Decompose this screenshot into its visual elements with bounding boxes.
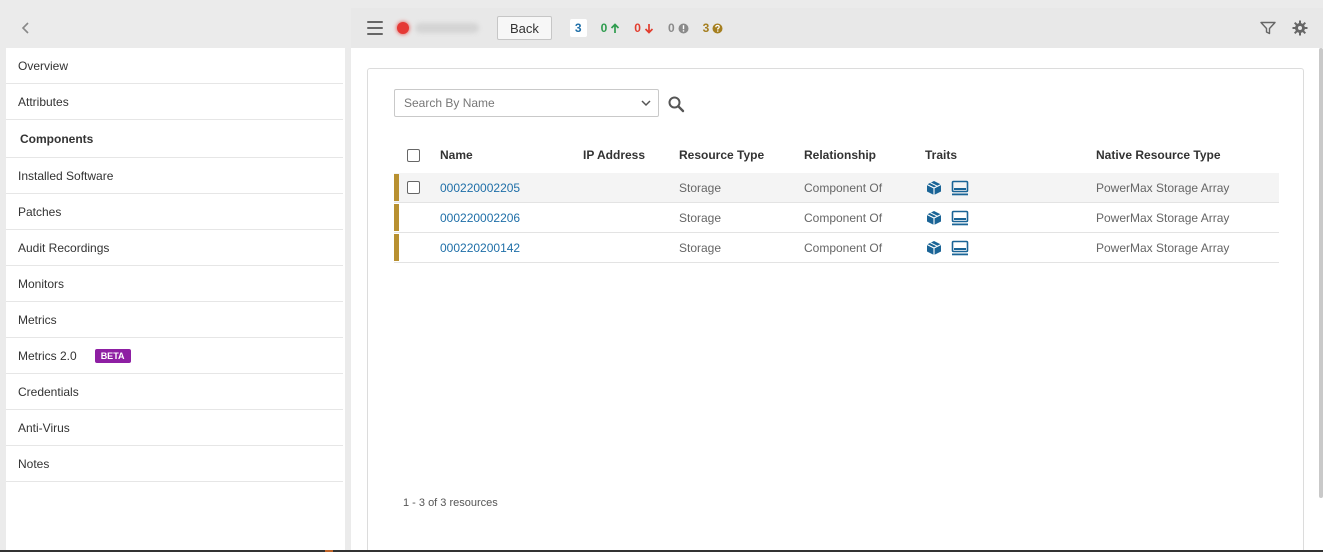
filter-icon[interactable] <box>1259 19 1277 37</box>
main-content: Name IP Address Resource Type Relationsh… <box>351 48 1323 552</box>
cell-native-type: PowerMax Storage Array <box>1096 180 1230 195</box>
cell-traits <box>925 209 1096 227</box>
up-count[interactable]: 0 <box>601 21 621 35</box>
table-row[interactable]: 000220002205 Storage Component Of PowerM… <box>394 173 1279 203</box>
cell-relationship: Component Of <box>804 210 883 225</box>
components-card: Name IP Address Resource Type Relationsh… <box>367 68 1304 552</box>
sidebar-item-patches[interactable]: Patches <box>6 194 343 230</box>
sidebar-header <box>6 8 345 48</box>
sidebar-item-label: Credentials <box>18 384 79 399</box>
box-icon <box>925 239 943 257</box>
sidebar: Overview Attributes Components Installed… <box>6 8 345 552</box>
menu-icon[interactable] <box>367 21 383 35</box>
row-status-bar <box>394 204 399 231</box>
select-all-checkbox[interactable] <box>407 148 420 162</box>
components-table: Name IP Address Resource Type Relationsh… <box>394 137 1279 263</box>
unknown-count[interactable]: 3 <box>703 21 724 35</box>
monitor-icon <box>951 239 969 257</box>
resource-status-icon <box>397 22 409 34</box>
cell-relationship: Component Of <box>804 240 883 255</box>
down-count-value: 0 <box>634 21 641 35</box>
unknown-count-value: 3 <box>702 21 710 35</box>
col-header-resource-type[interactable]: Resource Type <box>679 148 804 162</box>
pagination-summary: 1 - 3 of 3 resources <box>403 497 498 509</box>
sidebar-item-anti-virus[interactable]: Anti-Virus <box>6 410 343 446</box>
beta-badge: BETA <box>94 348 131 363</box>
sidebar-item-notes[interactable]: Notes <box>6 446 343 482</box>
arrow-up-icon <box>611 22 620 33</box>
status-counts: 3 0 0 0 3 <box>569 19 724 37</box>
up-count-value: 0 <box>600 21 608 35</box>
resource-name-link[interactable]: 000220200142 <box>440 241 520 255</box>
cell-resource-type: Storage <box>679 240 722 255</box>
header-actions <box>1259 8 1323 48</box>
sidebar-item-label: Components <box>20 131 94 146</box>
sidebar-item-label: Patches <box>18 204 62 219</box>
sidebar-item-monitors[interactable]: Monitors <box>6 266 343 302</box>
row-status-bar <box>394 174 399 201</box>
box-icon <box>925 209 943 227</box>
col-header-traits[interactable]: Traits <box>925 148 1096 162</box>
cell-resource-type: Storage <box>679 210 722 225</box>
sidebar-item-components[interactable]: Components <box>6 120 343 158</box>
sidebar-item-label: Audit Recordings <box>18 240 110 255</box>
resource-name-link[interactable]: 000220002206 <box>440 211 520 225</box>
sidebar-nav: Overview Attributes Components Installed… <box>6 48 345 482</box>
row-status-bar <box>394 234 399 261</box>
chevron-left-icon[interactable] <box>16 18 36 38</box>
sidebar-item-label: Overview <box>18 58 69 73</box>
col-header-name[interactable]: Name <box>440 148 583 162</box>
col-header-ip[interactable]: IP Address <box>583 148 679 162</box>
cell-traits <box>925 239 1096 257</box>
sidebar-item-label: Metrics <box>18 312 57 327</box>
sidebar-item-label: Notes <box>18 456 50 471</box>
sidebar-item-metrics[interactable]: Metrics <box>6 302 343 338</box>
cell-native-type: PowerMax Storage Array <box>1096 240 1230 255</box>
sidebar-item-credentials[interactable]: Credentials <box>6 374 343 410</box>
row-checkbox[interactable] <box>407 181 420 194</box>
table-row[interactable]: 000220200142 Storage Component Of PowerM… <box>394 233 1279 263</box>
sidebar-item-label: Anti-Virus <box>18 420 70 435</box>
table-header: Name IP Address Resource Type Relationsh… <box>394 137 1279 173</box>
info-count[interactable]: 0 <box>668 21 689 35</box>
sidebar-item-label: Attributes <box>18 94 69 109</box>
sidebar-item-installed-software[interactable]: Installed Software <box>6 158 343 194</box>
cell-native-type: PowerMax Storage Array <box>1096 210 1230 225</box>
total-count-badge[interactable]: 3 <box>569 19 587 37</box>
vertical-scrollbar[interactable] <box>1319 48 1323 498</box>
sidebar-item-label: Metrics 2.0 <box>18 348 77 363</box>
sidebar-item-audit-recordings[interactable]: Audit Recordings <box>6 230 343 266</box>
back-button[interactable]: Back <box>497 16 552 40</box>
chevron-down-icon[interactable] <box>634 99 658 107</box>
cell-resource-type: Storage <box>679 180 722 195</box>
box-icon <box>925 179 943 197</box>
resource-header: Back 3 0 0 0 3 <box>351 8 1323 48</box>
col-header-relationship[interactable]: Relationship <box>804 148 925 162</box>
search-input[interactable] <box>395 90 634 116</box>
resource-name-redacted <box>415 23 479 33</box>
gear-icon[interactable] <box>1291 19 1309 37</box>
sidebar-item-label: Installed Software <box>18 168 114 183</box>
monitor-icon <box>951 179 969 197</box>
sidebar-item-metrics-2[interactable]: Metrics 2.0 BETA <box>6 338 343 374</box>
arrow-down-icon <box>644 23 654 34</box>
sidebar-item-label: Monitors <box>18 276 65 291</box>
monitor-icon <box>951 209 969 227</box>
cell-traits <box>925 179 1096 197</box>
question-icon <box>712 23 723 33</box>
info-icon <box>678 23 689 33</box>
info-count-value: 0 <box>667 21 675 35</box>
col-header-native-type[interactable]: Native Resource Type <box>1096 148 1279 162</box>
resource-name-link[interactable]: 000220002205 <box>440 181 520 195</box>
search-icon[interactable] <box>667 95 685 113</box>
down-count[interactable]: 0 <box>634 21 654 35</box>
cell-relationship: Component Of <box>804 180 883 195</box>
search-box[interactable] <box>394 89 659 117</box>
table-row[interactable]: 000220002206 Storage Component Of PowerM… <box>394 203 1279 233</box>
sidebar-item-overview[interactable]: Overview <box>6 48 343 84</box>
sidebar-item-attributes[interactable]: Attributes <box>6 84 343 120</box>
